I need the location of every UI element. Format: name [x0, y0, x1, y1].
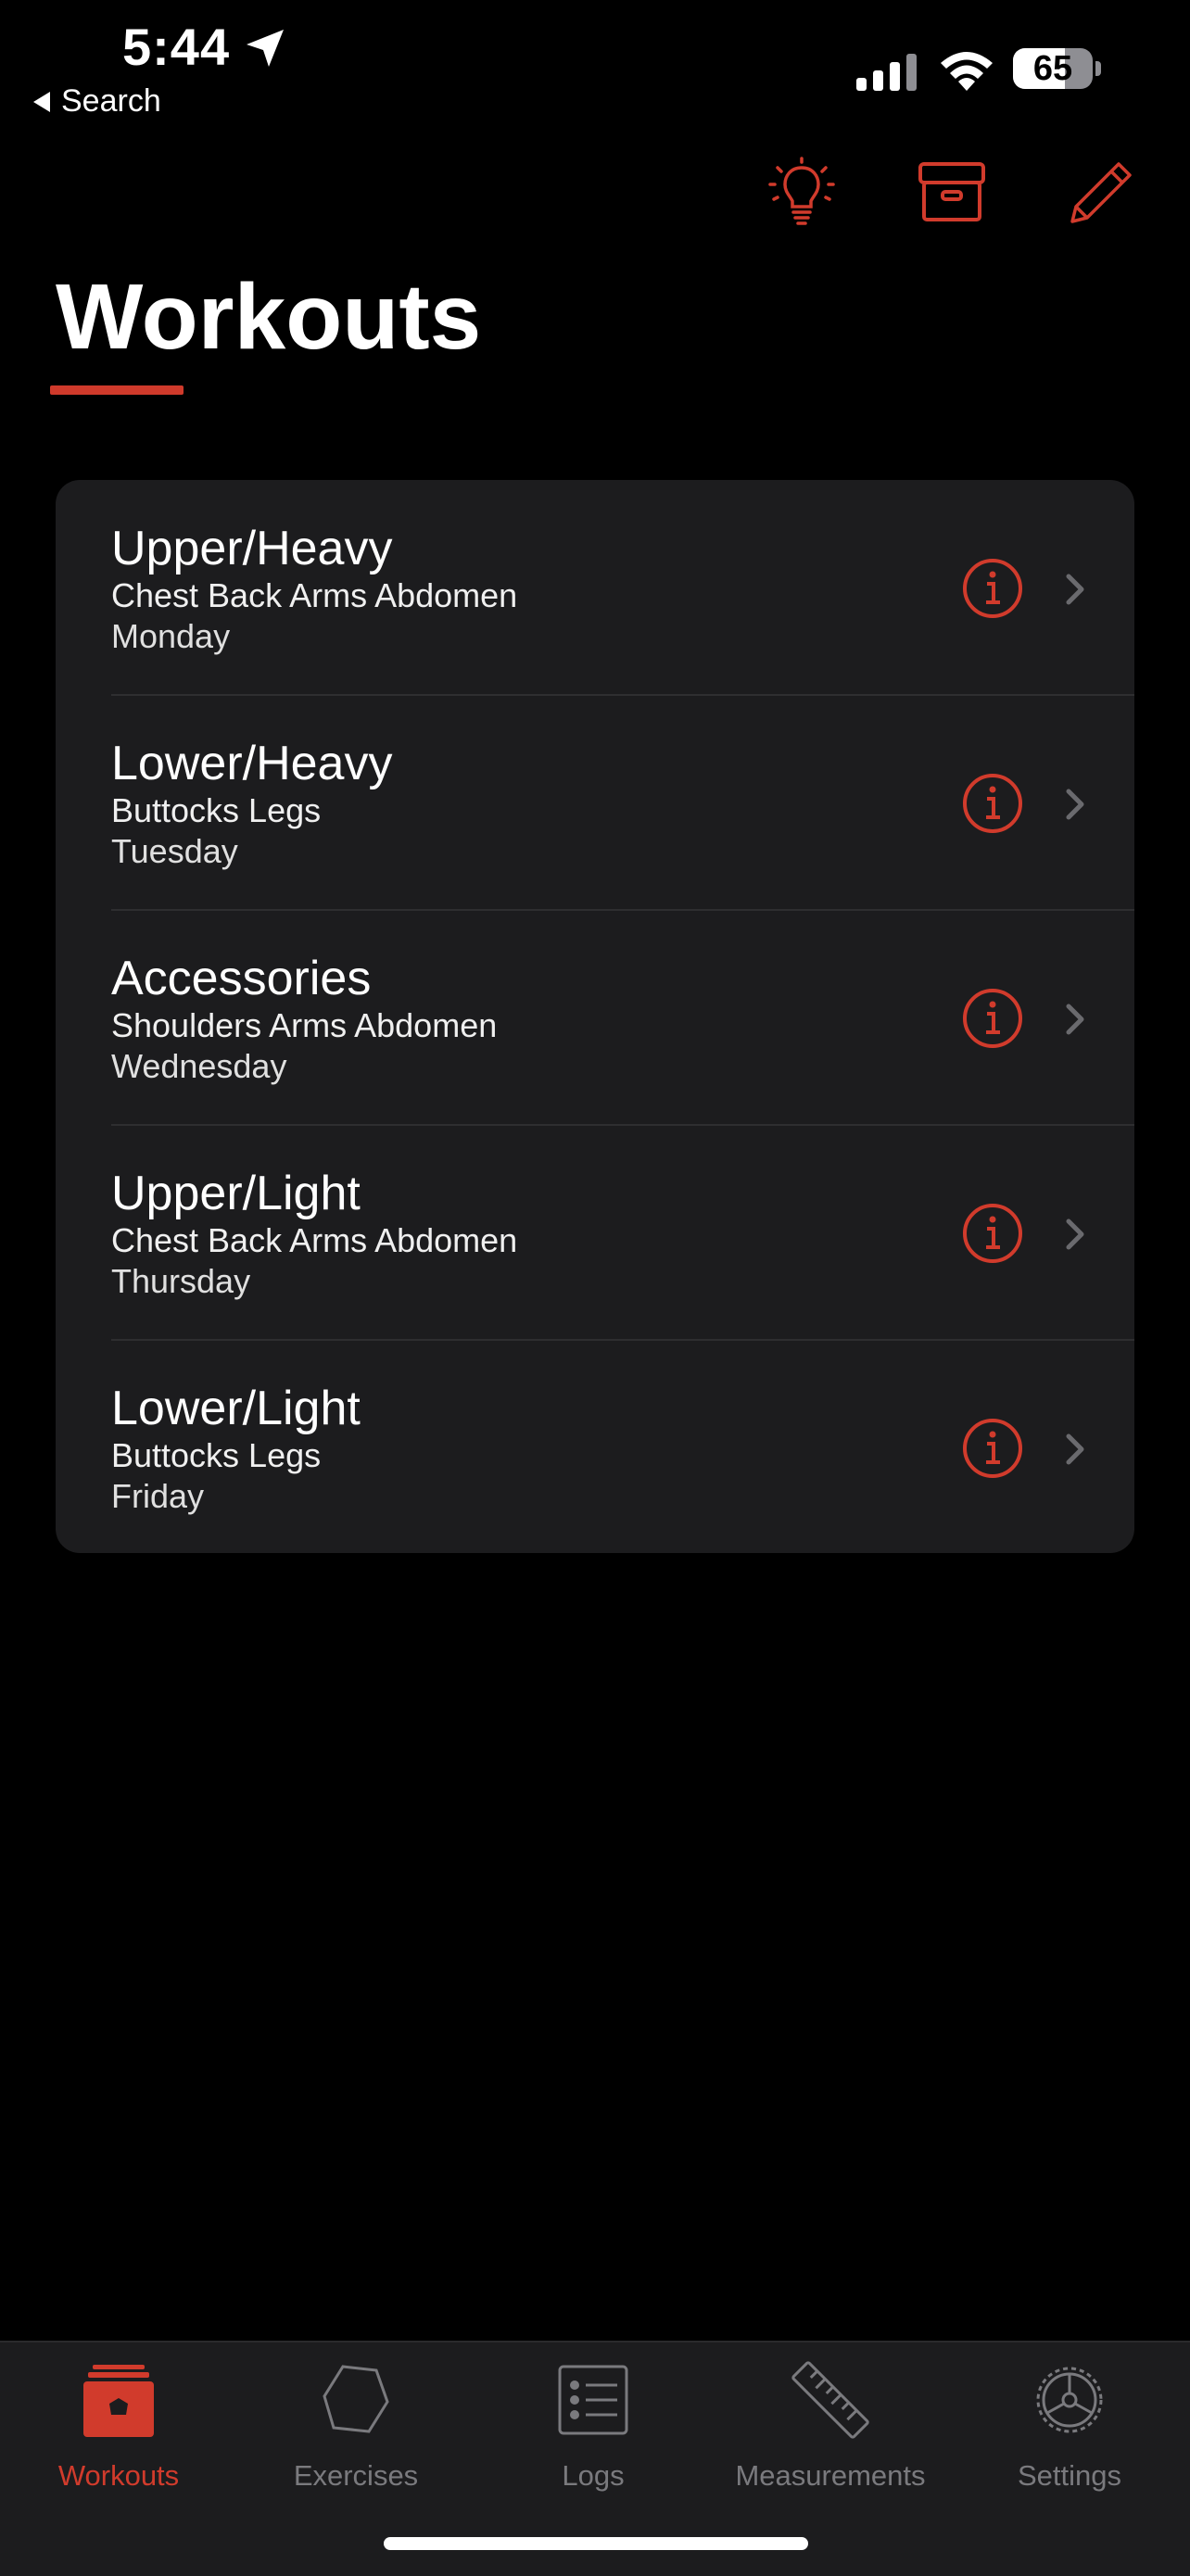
cellular-signal-icon [856, 54, 917, 91]
workout-muscles: Buttocks Legs [111, 1436, 322, 1474]
workout-muscles: Chest Back Arms Abdomen [111, 576, 518, 614]
tab-measurements[interactable]: Measurements [712, 2342, 949, 2509]
workout-list: Upper/Heavy Chest Back Arms Abdomen Mond… [56, 480, 1134, 1553]
tab-settings[interactable]: Settings [949, 2342, 1190, 2509]
chevron-right-icon [1066, 1219, 1084, 1250]
status-time: 5:44 [122, 18, 231, 76]
workout-name: Lower/Heavy [111, 737, 393, 790]
wifi-icon [941, 52, 993, 91]
workout-day: Friday [111, 1477, 205, 1515]
tab-label: Exercises [293, 2459, 419, 2492]
workout-muscles: Chest Back Arms Abdomen [111, 1221, 518, 1259]
tab-workouts[interactable]: Workouts [0, 2342, 237, 2509]
back-arrow-icon [33, 91, 50, 112]
battery-indicator: 65 [1013, 48, 1093, 89]
workout-muscles: Shoulders Arms Abdomen [111, 1006, 498, 1044]
workout-name: Lower/Light [111, 1382, 361, 1435]
tab-label: Logs [562, 2459, 625, 2492]
workout-row[interactable]: Upper/Light Chest Back Arms Abdomen Thur… [56, 1125, 1134, 1340]
page-title: Workouts [56, 265, 482, 369]
archive-box-icon [918, 162, 985, 221]
workout-row[interactable]: Lower/Light Buttocks Legs Friday [56, 1340, 1134, 1553]
gear-icon [1036, 2367, 1103, 2433]
pencil-icon [1070, 162, 1132, 223]
tab-label: Settings [1017, 2459, 1121, 2492]
info-icon[interactable] [962, 1418, 1023, 1479]
tips-button[interactable] [760, 150, 843, 234]
edit-button[interactable] [1060, 150, 1144, 234]
tab-label: Workouts [57, 2459, 180, 2492]
workout-row[interactable]: Accessories Shoulders Arms Abdomen Wedne… [56, 910, 1134, 1125]
list-icon [558, 2365, 628, 2435]
workout-muscles: Buttocks Legs [111, 791, 322, 829]
chevron-right-icon [1066, 574, 1084, 605]
workout-row[interactable]: Upper/Heavy Chest Back Arms Abdomen Mond… [56, 480, 1134, 695]
home-indicator[interactable] [384, 2537, 808, 2550]
info-icon[interactable] [962, 558, 1023, 619]
info-icon[interactable] [962, 773, 1023, 834]
workout-day: Wednesday [111, 1047, 287, 1085]
chevron-right-icon [1066, 789, 1084, 820]
workout-name: Upper/Light [111, 1167, 361, 1220]
title-underline [50, 385, 184, 395]
lightbulb-icon [768, 157, 835, 225]
workouts-icon [83, 2365, 154, 2437]
info-icon[interactable] [962, 1203, 1023, 1264]
battery-tip [1095, 61, 1101, 76]
workout-name: Upper/Heavy [111, 522, 393, 575]
tab-logs[interactable]: Logs [475, 2342, 712, 2509]
workout-name: Accessories [111, 952, 372, 1005]
location-arrow-icon [247, 30, 284, 67]
hexagon-icon [323, 2365, 389, 2433]
back-to-search-link[interactable]: Search [33, 83, 161, 120]
chevron-right-icon [1066, 1004, 1084, 1035]
chevron-right-icon [1066, 1433, 1084, 1465]
battery-percent: 65 [1032, 49, 1073, 88]
back-label: Search [61, 83, 161, 119]
tab-label: Measurements [735, 2459, 926, 2492]
ruler-icon [791, 2361, 869, 2439]
info-icon[interactable] [962, 988, 1023, 1049]
workout-day: Thursday [111, 1262, 251, 1300]
tab-exercises[interactable]: Exercises [237, 2342, 475, 2509]
archive-button[interactable] [910, 150, 994, 234]
workout-day: Tuesday [111, 832, 238, 870]
workout-row[interactable]: Lower/Heavy Buttocks Legs Tuesday [56, 695, 1134, 910]
workout-day: Monday [111, 617, 231, 655]
